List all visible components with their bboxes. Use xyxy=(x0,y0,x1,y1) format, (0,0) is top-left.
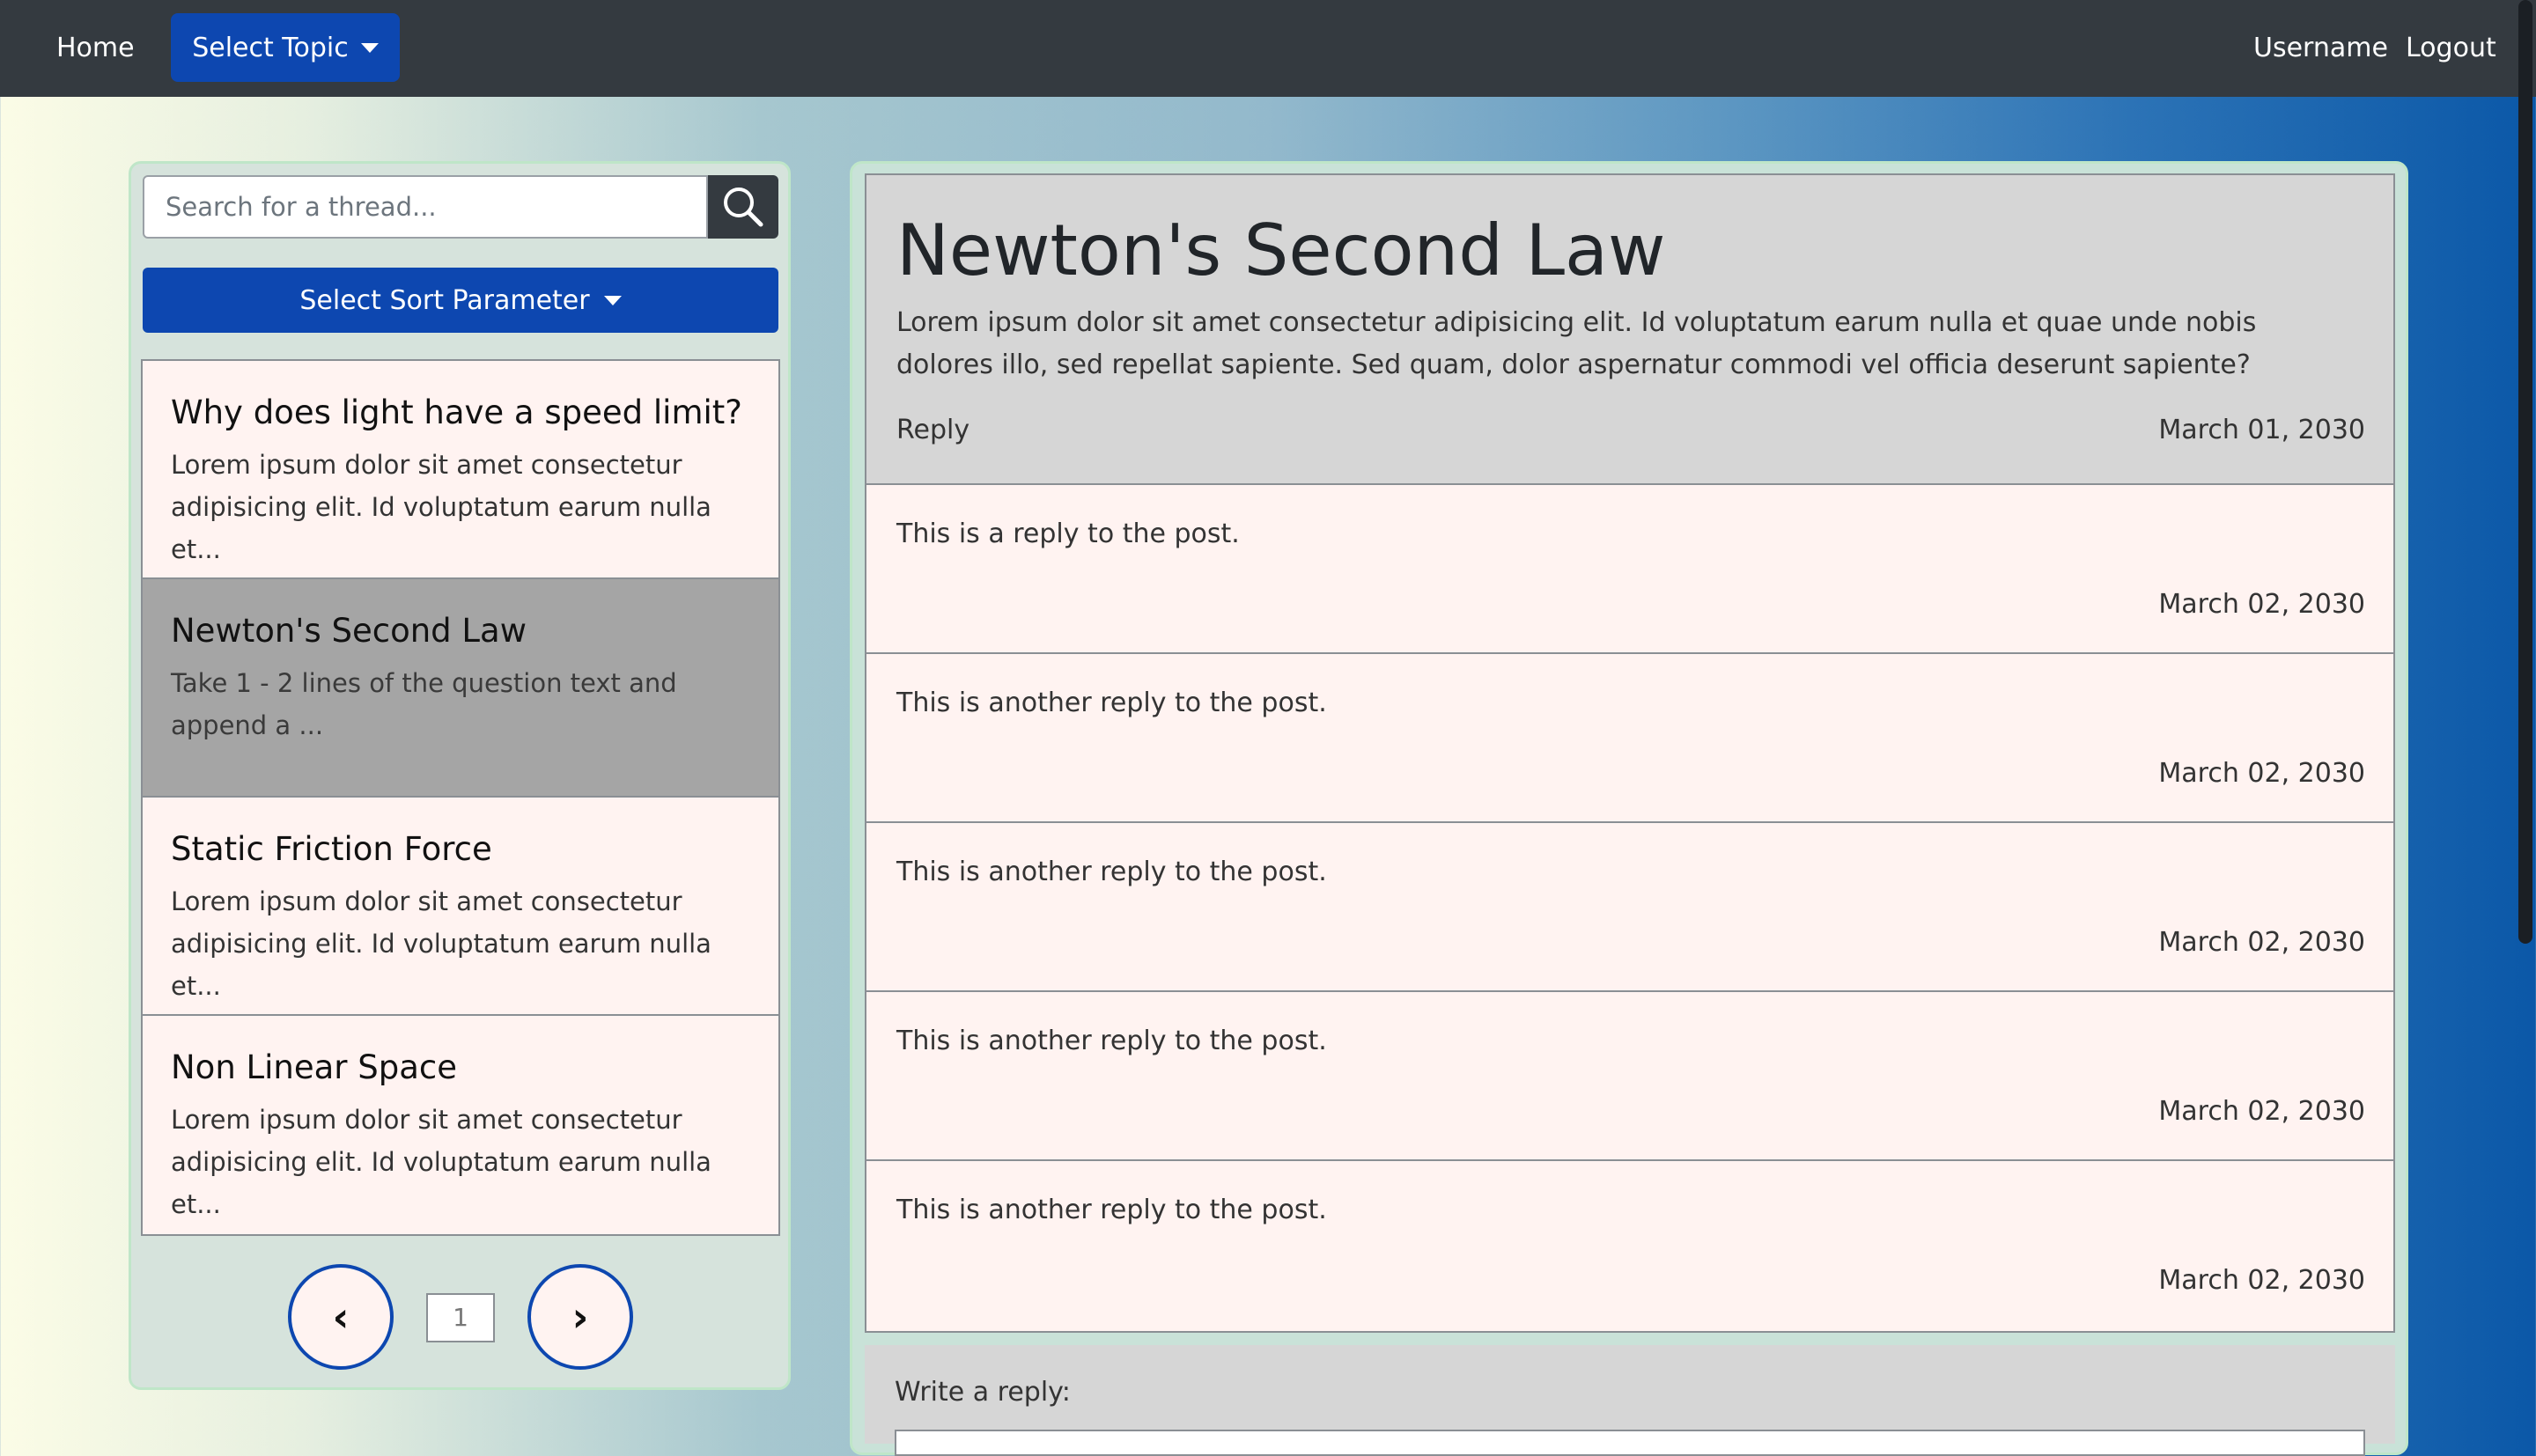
nav-username-link[interactable]: Username xyxy=(2253,0,2388,97)
reply-text: This is another reply to the post. xyxy=(896,857,1327,887)
thread-snippet: Lorem ipsum dolor sit amet consectetur a… xyxy=(171,1105,711,1219)
thread-list: Why does light have a speed limit? Lorem… xyxy=(141,359,780,1236)
reply-link[interactable]: Reply xyxy=(896,415,969,445)
search-button[interactable] xyxy=(708,175,778,239)
nav-home-link[interactable]: Home xyxy=(56,0,135,97)
thread-list-item-active[interactable]: Newton's Second Law Take 1 - 2 lines of … xyxy=(143,579,778,798)
nav-logout-link[interactable]: Logout xyxy=(2406,0,2496,97)
chevron-right-icon: › xyxy=(571,1293,589,1341)
sort-parameter-label: Select Sort Parameter xyxy=(299,284,590,316)
reply-item: This is another reply to the post. March… xyxy=(866,823,2393,992)
thread-snippet: Take 1 - 2 lines of the question text an… xyxy=(171,668,677,740)
post-container: Newton's Second Law Lorem ipsum dolor si… xyxy=(865,173,2395,1333)
thread-title: Non Linear Space xyxy=(171,1048,458,1086)
previous-page-button[interactable]: ‹ xyxy=(288,1264,394,1370)
reply-text: This is a reply to the post. xyxy=(896,518,1240,549)
reply-item: This is another reply to the post. March… xyxy=(866,654,2393,823)
write-reply-section: Write a reply: xyxy=(865,1345,2395,1456)
select-topic-dropdown[interactable]: Select Topic xyxy=(171,13,400,82)
thread-snippet: Lorem ipsum dolor sit amet consectetur a… xyxy=(171,886,711,1001)
thread-list-item[interactable]: Why does light have a speed limit? Lorem… xyxy=(143,361,778,579)
thread-title: Static Friction Force xyxy=(171,830,492,868)
thread-snippet: Lorem ipsum dolor sit amet consectetur a… xyxy=(171,450,711,564)
reply-text: This is another reply to the post. xyxy=(896,1195,1327,1225)
select-topic-label: Select Topic xyxy=(192,32,349,63)
reply-date: March 02, 2030 xyxy=(2158,758,2365,789)
page-number-field[interactable]: 1 xyxy=(426,1293,495,1342)
thread-title: Newton's Second Law xyxy=(171,612,527,650)
thread-list-item[interactable]: Static Friction Force Lorem ipsum dolor … xyxy=(143,798,778,1016)
chevron-left-icon: ‹ xyxy=(332,1293,350,1341)
reply-textarea[interactable] xyxy=(895,1430,2365,1456)
reply-date: March 02, 2030 xyxy=(2158,589,2365,620)
reply-item: This is another reply to the post. March… xyxy=(866,1161,2393,1331)
reply-date: March 02, 2030 xyxy=(2158,927,2365,958)
next-page-button[interactable]: › xyxy=(527,1264,633,1370)
thread-search-input[interactable]: Search for a thread... xyxy=(143,175,708,239)
post-date: March 01, 2030 xyxy=(2158,415,2365,445)
reply-date: March 02, 2030 xyxy=(2158,1096,2365,1127)
caret-down-icon xyxy=(603,295,622,305)
post-title: Newton's Second Law xyxy=(896,210,1666,291)
reply-date: March 02, 2030 xyxy=(2158,1265,2365,1296)
page-scrollbar[interactable] xyxy=(2518,0,2532,944)
post-header: Newton's Second Law Lorem ipsum dolor si… xyxy=(866,175,2393,485)
reply-item: This is a reply to the post. March 02, 2… xyxy=(866,485,2393,654)
thread-title: Why does light have a speed limit? xyxy=(171,393,742,431)
post-body: Lorem ipsum dolor sit amet consectetur a… xyxy=(896,307,2257,380)
reply-text: This is another reply to the post. xyxy=(896,1026,1327,1056)
reply-item: This is another reply to the post. March… xyxy=(866,992,2393,1161)
sort-parameter-dropdown[interactable]: Select Sort Parameter xyxy=(143,268,778,333)
top-navbar: Home Select Topic Username Logout xyxy=(0,0,2536,97)
write-reply-label: Write a reply: xyxy=(895,1377,1071,1408)
caret-down-icon xyxy=(360,42,379,53)
thread-list-item[interactable]: Non Linear Space Lorem ipsum dolor sit a… xyxy=(143,1016,778,1234)
reply-text: This is another reply to the post. xyxy=(896,688,1327,718)
search-icon xyxy=(724,188,763,227)
